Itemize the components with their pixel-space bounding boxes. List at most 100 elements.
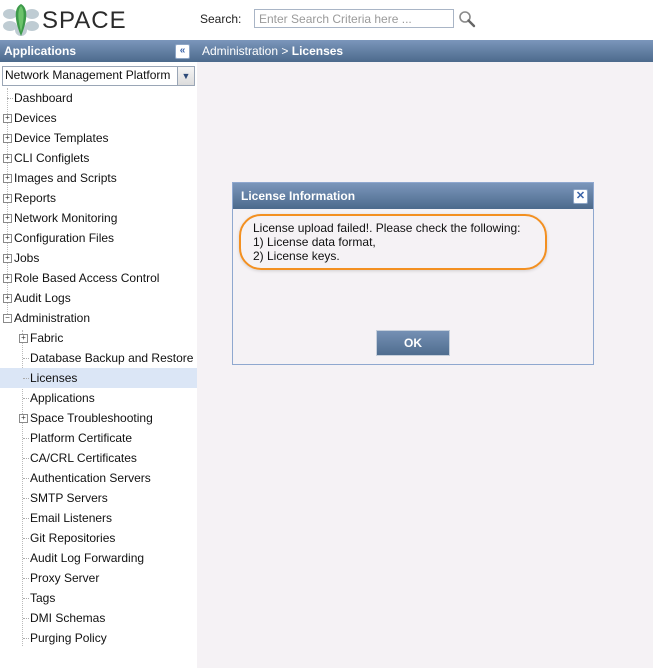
expand-plus-icon[interactable]: + xyxy=(3,174,12,183)
sidebar-item-applications[interactable]: Applications xyxy=(0,388,197,408)
sidebar-item-email-listeners[interactable]: Email Listeners xyxy=(0,508,197,528)
sidebar-item-authentication-servers[interactable]: Authentication Servers xyxy=(0,468,197,488)
sidebar-item-label: Role Based Access Control xyxy=(14,271,160,285)
message-line: License upload failed!. Please check the… xyxy=(253,221,521,235)
sidebar-item-label: Applications xyxy=(30,391,95,405)
collapse-minus-icon[interactable]: − xyxy=(3,314,12,323)
sidebar-item-label: Administration xyxy=(14,311,91,325)
applications-title: Applications xyxy=(4,44,77,58)
expand-plus-icon[interactable]: + xyxy=(19,334,28,343)
sidebar-item-devices[interactable]: + Devices xyxy=(0,108,197,128)
expand-plus-icon[interactable]: + xyxy=(3,214,12,223)
expand-plus-icon[interactable]: + xyxy=(3,154,12,163)
dialog-title: License Information xyxy=(241,189,356,203)
breadcrumb-separator: > xyxy=(281,44,289,58)
sidebar-item-label: Devices xyxy=(14,111,57,125)
sidebar-item-device-templates[interactable]: + Device Templates xyxy=(0,128,197,148)
sidebar-item-label: Dashboard xyxy=(14,91,73,105)
message-line: 1) License data format, xyxy=(253,235,376,249)
tree-connector xyxy=(23,598,29,599)
tree-connector xyxy=(23,538,29,539)
sidebar-item-dmi-schemas[interactable]: DMI Schemas xyxy=(0,608,197,628)
sidebar-item-label: Space Troubleshooting xyxy=(30,411,153,425)
expand-plus-icon[interactable]: + xyxy=(3,234,12,243)
ok-button[interactable]: OK xyxy=(376,330,450,356)
dialog-title-bar[interactable]: License Information ✕ xyxy=(233,183,593,209)
sidebar-item-label: Fabric xyxy=(30,331,64,345)
sidebar-item-label: Git Repositories xyxy=(30,531,116,545)
tree-connector xyxy=(23,498,29,499)
expand-plus-icon[interactable]: + xyxy=(3,274,12,283)
sidebar-item-ca-crl-certificates[interactable]: CA/CRL Certificates xyxy=(0,448,197,468)
collapse-sidebar-button[interactable]: « xyxy=(175,44,190,59)
sidebar-item-cli-configlets[interactable]: + CLI Configlets xyxy=(0,148,197,168)
tree-connector xyxy=(23,518,29,519)
navigation-tree: Dashboard + Devices + Device Templates + CLI C… xyxy=(0,88,197,648)
sidebar-item-git-repositories[interactable]: Git Repositories xyxy=(0,528,197,548)
tree-connector xyxy=(23,398,29,399)
sidebar-item-label: Licenses xyxy=(30,371,78,385)
search-input[interactable] xyxy=(254,9,454,28)
application-select-value: Network Management Platform xyxy=(5,68,171,82)
dialog-close-button[interactable]: ✕ xyxy=(573,189,588,204)
expand-plus-icon[interactable]: + xyxy=(19,414,28,423)
sidebar-item-licenses[interactable]: Licenses xyxy=(0,368,197,388)
brand-name: SPACE xyxy=(42,7,127,34)
expand-plus-icon[interactable]: + xyxy=(3,254,12,263)
sidebar-item-network-monitoring[interactable]: + Network Monitoring xyxy=(0,208,197,228)
sidebar-item-space-troubleshooting[interactable]: + Space Troubleshooting xyxy=(0,408,197,428)
expand-plus-icon[interactable]: + xyxy=(3,134,12,143)
tree-connector xyxy=(23,458,29,459)
tree-connector xyxy=(23,358,29,359)
sidebar-item-images-and-scripts[interactable]: + Images and Scripts xyxy=(0,168,197,188)
expand-plus-icon[interactable]: + xyxy=(3,294,12,303)
sidebar-item-label: Images and Scripts xyxy=(14,171,117,185)
sidebar-item-purging-policy[interactable]: Purging Policy xyxy=(0,628,197,648)
close-icon: ✕ xyxy=(575,190,586,202)
tree-connector xyxy=(23,638,29,639)
sidebar-item-audit-logs[interactable]: + Audit Logs xyxy=(0,288,197,308)
sidebar-item-label: Platform Certificate xyxy=(30,431,133,445)
sidebar-item-smtp-servers[interactable]: SMTP Servers xyxy=(0,488,197,508)
sidebar-item-role-based-access-control[interactable]: + Role Based Access Control xyxy=(0,268,197,288)
sidebar-item-platform-certificate[interactable]: Platform Certificate xyxy=(0,428,197,448)
sidebar-item-proxy-server[interactable]: Proxy Server xyxy=(0,568,197,588)
sidebar-item-administration[interactable]: − Administration xyxy=(0,308,197,328)
sidebar-item-reports[interactable]: + Reports xyxy=(0,188,197,208)
chevron-down-icon[interactable]: ▼ xyxy=(177,67,194,85)
expand-plus-icon[interactable]: + xyxy=(3,194,12,203)
sidebar-item-label: Jobs xyxy=(14,251,40,265)
sidebar-item-label: Email Listeners xyxy=(30,511,113,525)
expand-plus-icon[interactable]: + xyxy=(3,114,12,123)
message-line: 2) License keys. xyxy=(253,249,340,263)
sidebar-item-label: Purging Policy xyxy=(30,631,107,645)
tree-connector xyxy=(23,578,29,579)
license-information-dialog: License Information ✕ License upload fai… xyxy=(232,182,594,365)
sidebar-item-audit-log-forwarding[interactable]: Audit Log Forwarding xyxy=(0,548,197,568)
breadcrumb-current: Licenses xyxy=(291,44,344,58)
sidebar-item-tags[interactable]: Tags xyxy=(0,588,197,608)
sidebar-item-database-backup-and-restore[interactable]: Database Backup and Restore xyxy=(0,348,197,368)
sidebar-item-label: CLI Configlets xyxy=(14,151,90,165)
sidebar-item-label: SMTP Servers xyxy=(30,491,108,505)
sidebar-item-fabric[interactable]: + Fabric xyxy=(0,328,197,348)
sidebar-item-configuration-files[interactable]: + Configuration Files xyxy=(0,228,197,248)
sidebar-item-label: Tags xyxy=(30,591,56,605)
breadcrumb-parent[interactable]: Administration xyxy=(202,44,278,58)
tree-connector xyxy=(23,618,29,619)
sidebar-item-label: Database Backup and Restore xyxy=(30,351,194,365)
sidebar: Applications « Network Management Platfo… xyxy=(0,40,198,668)
tree-connector xyxy=(23,438,29,439)
double-chevron-left-icon: « xyxy=(179,45,186,56)
sidebar-item-dashboard[interactable]: Dashboard xyxy=(0,88,197,108)
search-icon[interactable] xyxy=(458,10,476,28)
sidebar-item-label: Configuration Files xyxy=(14,231,115,245)
tree-connector xyxy=(23,378,29,379)
sidebar-item-label: Reports xyxy=(14,191,57,205)
application-select[interactable]: Network Management Platform ▼ xyxy=(2,66,195,86)
sidebar-item-label: CA/CRL Certificates xyxy=(30,451,137,465)
top-bar: SPACE Search: xyxy=(0,0,653,40)
applications-header: Applications « xyxy=(0,40,197,62)
tree-connector xyxy=(23,558,29,559)
sidebar-item-jobs[interactable]: + Jobs xyxy=(0,248,197,268)
